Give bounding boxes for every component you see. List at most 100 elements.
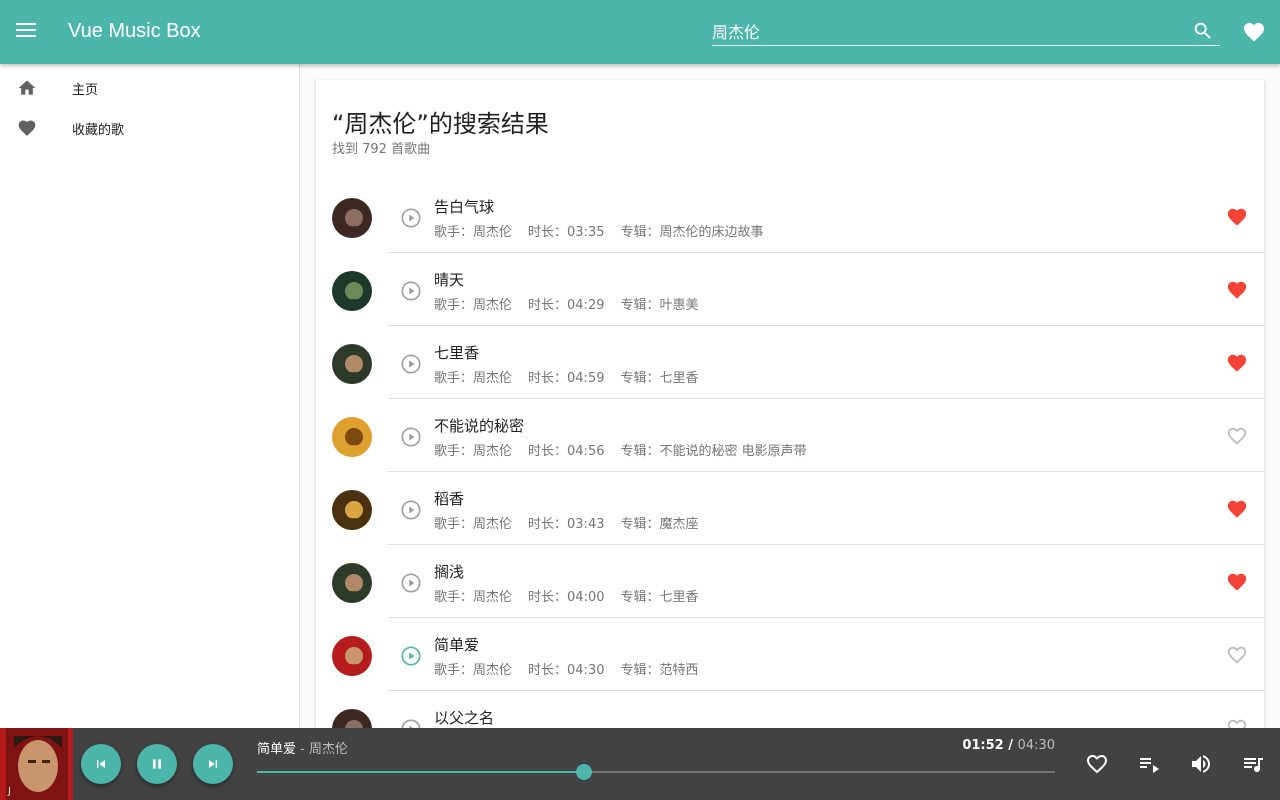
previous-button[interactable] [81, 744, 121, 784]
play-circle-icon[interactable] [400, 207, 422, 229]
song-album: 专辑：七里香 [620, 590, 699, 605]
skip-previous-icon [97, 760, 105, 768]
play-circle-icon[interactable] [400, 572, 422, 594]
heart-filled-icon[interactable] [1226, 498, 1248, 520]
song-title: 不能说的秘密 [434, 417, 525, 435]
now-playing-song: 简单爱 [257, 742, 297, 757]
queue-music-icon[interactable] [1241, 752, 1265, 776]
song-title: 稻香 [434, 490, 465, 508]
pause-icon [153, 759, 161, 769]
song-row[interactable]: 搁浅 歌手：周杰伦 时长：04:00 专辑：七里香 [316, 545, 1264, 618]
heart-filled-icon[interactable] [1226, 571, 1248, 593]
album-avatar [332, 198, 372, 238]
song-meta: 歌手：周杰伦 时长：04:56 专辑：不能说的秘密 电影原声带 [434, 440, 823, 459]
play-circle-icon[interactable] [400, 499, 422, 521]
next-button[interactable] [193, 744, 233, 784]
favorite-outline-icon[interactable] [1085, 752, 1109, 776]
song-list: 告白气球 歌手：周杰伦 时长：03:35 专辑：周杰伦的床边故事 晴天 歌手：周杰伦 时长：… [316, 180, 1264, 728]
song-album: 专辑：范特西 [620, 663, 699, 678]
heart-filled-icon[interactable] [1226, 279, 1248, 301]
song-album: 专辑：不能说的秘密 电影原声带 [620, 444, 807, 459]
song-duration: 时长：03:35 [528, 225, 605, 240]
sidebar-item-favorites[interactable]: 收藏的歌 [0, 108, 299, 148]
song-artist: 歌手：周杰伦 [434, 590, 513, 605]
play-circle-icon[interactable] [400, 718, 422, 728]
heart-icon [18, 120, 36, 136]
time-readout: 01:52 / 04:30 [962, 738, 1055, 753]
current-time: 01:52 [962, 738, 1004, 753]
song-row[interactable]: 简单爱歌手：周杰伦 时长：04:30 专辑：范特西 [316, 618, 1264, 691]
song-artist: 歌手：周杰伦 [434, 298, 513, 313]
volume-icon[interactable] [1189, 752, 1213, 776]
song-row[interactable]: 告白气球歌手：周杰伦 时长：03:35 专辑：周杰伦的床边故事 [316, 180, 1264, 253]
svg-text:J: J [7, 786, 11, 797]
heart-outline-icon[interactable] [1226, 425, 1248, 447]
home-icon [18, 80, 36, 95]
song-row[interactable]: 以父之名 [316, 691, 1264, 728]
play-circle-icon[interactable] [400, 353, 422, 375]
song-row[interactable]: 稻香歌手：周杰伦 时长：03:43 专辑：魔杰座 [316, 472, 1264, 545]
song-duration: 时长：04:59 [528, 371, 605, 386]
pause-button[interactable] [137, 744, 177, 784]
song-artist: 歌手：周杰伦 [434, 225, 513, 240]
main-content: “周杰伦”的搜索结果 找到 792 首歌曲 告白气球 歌手：周杰伦 时长：03:35… [300, 64, 1280, 728]
page-title: “周杰伦”的搜索结果 [332, 110, 549, 138]
song-title: 晴天 [434, 271, 465, 289]
song-row[interactable]: 不能说的秘密 歌手：周杰伦 时长：04:56 专辑：不能说的秘密 电影原声带 [316, 399, 1264, 472]
song-meta: 歌手：周杰伦 时长：03:43 专辑：魔杰座 [434, 513, 715, 532]
album-avatar [332, 417, 372, 457]
song-artist: 歌手：周杰伦 [434, 444, 513, 459]
playlist-play-icon[interactable] [1137, 752, 1161, 776]
time-separator: / [1003, 738, 1018, 753]
play-circle-icon[interactable] [400, 426, 422, 448]
song-title: 以父之名 [434, 709, 495, 727]
song-duration: 时长：04:56 [528, 444, 605, 459]
sidebar-item-home[interactable]: 主页 [0, 68, 299, 108]
song-album: 专辑：叶惠美 [620, 298, 699, 313]
album-cover: J [0, 728, 73, 800]
song-meta: 歌手：周杰伦 时长：03:35 专辑：周杰伦的床边故事 [434, 221, 780, 240]
search-icon[interactable] [1192, 20, 1214, 42]
song-album: 专辑：七里香 [620, 371, 699, 386]
song-row[interactable]: 晴天歌手：周杰伦 时长：04:29 专辑：叶惠美 [316, 253, 1264, 326]
progress-fill [257, 771, 585, 773]
search-bar [712, 18, 1220, 46]
album-avatar [332, 563, 372, 603]
sidebar: 主页 收藏的歌 [0, 64, 300, 728]
song-meta: 歌手：周杰伦 时长：04:30 专辑：范特西 [434, 659, 715, 678]
song-meta: 歌手：周杰伦 时长：04:29 专辑：叶惠美 [434, 294, 715, 313]
player-bar: J 简单爱 - 周杰伦 01:52 / 04:30 [0, 728, 1280, 800]
menu-icon[interactable] [14, 20, 38, 44]
heart-filled-icon[interactable] [1226, 352, 1248, 374]
heart-outline-icon[interactable] [1226, 717, 1248, 728]
result-count: 找到 792 首歌曲 [332, 142, 431, 157]
total-time: 04:30 [1017, 738, 1055, 753]
song-meta: 歌手：周杰伦 时长：04:59 专辑：七里香 [434, 367, 715, 386]
progress-slider[interactable] [257, 764, 1055, 780]
search-input[interactable] [712, 18, 1182, 44]
song-artist: 歌手：周杰伦 [434, 371, 513, 386]
song-title: 告白气球 [434, 198, 495, 216]
favorites-heart-icon[interactable] [1242, 20, 1266, 44]
song-album: 专辑：周杰伦的床边故事 [620, 225, 764, 240]
now-playing-separator: - [296, 742, 309, 757]
song-duration: 时长：04:29 [528, 298, 605, 313]
search-results-card: “周杰伦”的搜索结果 找到 792 首歌曲 告白气球 歌手：周杰伦 时长：03:35… [316, 80, 1264, 728]
song-artist: 歌手：周杰伦 [434, 663, 513, 678]
app-bar: Vue Music Box [0, 0, 1280, 64]
play-circle-icon[interactable] [400, 645, 422, 667]
song-row[interactable]: 七里香 歌手：周杰伦 时长：04:59 专辑：七里香 [316, 326, 1264, 399]
album-avatar [332, 344, 372, 384]
album-avatar [332, 709, 372, 728]
play-circle-icon[interactable] [400, 280, 422, 302]
album-avatar [332, 490, 372, 530]
skip-next-icon [209, 760, 217, 768]
sidebar-item-label: 收藏的歌 [72, 122, 125, 138]
heart-outline-icon[interactable] [1226, 644, 1248, 666]
album-avatar [332, 636, 372, 676]
song-title: 简单爱 [434, 636, 480, 654]
app-title: Vue Music Box [68, 20, 201, 42]
heart-filled-icon[interactable] [1226, 206, 1248, 228]
now-playing-artist: 周杰伦 [308, 742, 348, 757]
progress-thumb[interactable] [576, 764, 593, 780]
